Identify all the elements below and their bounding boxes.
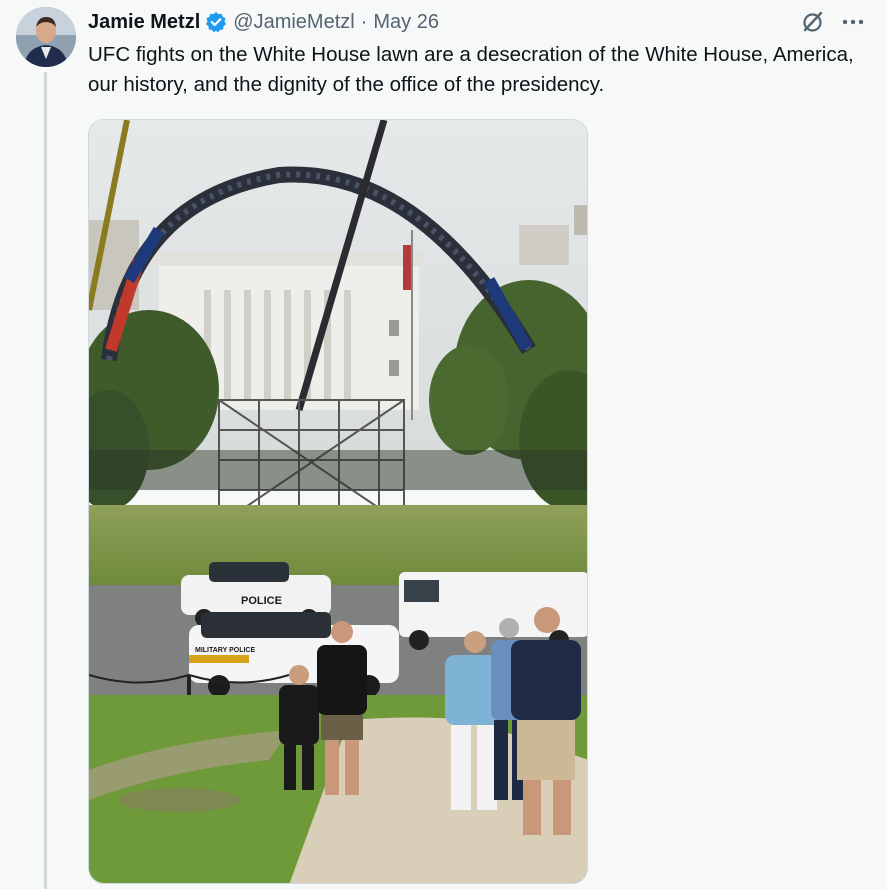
more-options-icon[interactable]	[839, 8, 867, 36]
tweet-card[interactable]: Jamie Metzl @JamieMetzl · May 26 UFC fig…	[0, 0, 887, 889]
photo-scene: POLICE MILITARY POLICE	[89, 120, 587, 883]
grok-icon[interactable]	[799, 8, 827, 36]
police-label: POLICE	[241, 595, 282, 607]
tweet-header: Jamie Metzl @JamieMetzl · May 26	[88, 10, 439, 34]
tweet-date[interactable]: May 26	[373, 11, 439, 34]
verified-badge-icon	[205, 11, 227, 33]
thread-line	[44, 72, 47, 889]
tweet-text: UFC fights on the White House lawn are a…	[88, 43, 854, 96]
tweet-photo[interactable]: POLICE MILITARY POLICE	[88, 119, 588, 884]
separator-dot: ·	[360, 10, 368, 33]
author-avatar[interactable]	[16, 7, 76, 67]
tweet-actions	[799, 8, 867, 36]
author-handle[interactable]: @JamieMetzl	[233, 11, 354, 34]
military-police-label: MILITARY POLICE	[195, 647, 255, 654]
author-name[interactable]: Jamie Metzl	[88, 11, 200, 34]
avatar-image	[16, 7, 76, 67]
